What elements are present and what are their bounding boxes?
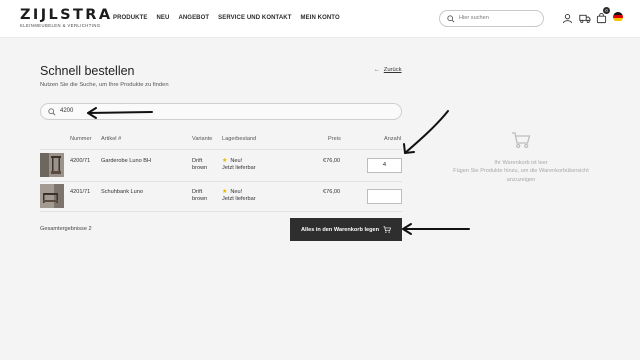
column-header-article: Artikel # xyxy=(101,136,122,142)
star-icon: ★ xyxy=(222,189,228,195)
row-number: 4201/71 xyxy=(70,189,91,195)
stock-badge: Neu! xyxy=(230,189,243,195)
annotation-arrow xyxy=(403,143,415,154)
quantity-input[interactable]: 4 xyxy=(367,158,402,173)
cart-count-badge: 0 xyxy=(603,7,610,14)
nav-item-produkte[interactable]: PRODUKTE xyxy=(113,15,147,21)
star-icon: ★ xyxy=(222,158,228,164)
stock-status: Jetzt lieferbar xyxy=(222,164,256,171)
quantity-input[interactable] xyxy=(367,189,402,204)
row-article[interactable]: Garderobe Luno BH xyxy=(101,158,151,165)
row-price: €76,00 xyxy=(323,189,341,195)
search-icon xyxy=(48,108,56,116)
row-number: 4200/71 xyxy=(70,158,91,164)
annotation-arrow xyxy=(404,110,449,154)
cart-summary-panel: Ihr Warenkorb ist leer Fügen Sie Produkt… xyxy=(448,131,594,184)
cart-icon xyxy=(512,132,531,149)
empty-cart-title: Ihr Warenkorb ist leer xyxy=(494,160,548,166)
header-icons: 0 xyxy=(562,7,623,24)
header-search-input[interactable]: Hier suchen xyxy=(439,10,544,27)
arrow-left-icon: ← xyxy=(374,67,380,73)
search-value: 4200 xyxy=(60,108,74,114)
divider xyxy=(40,149,402,150)
quick-order-search-input[interactable]: 4200 xyxy=(40,103,402,120)
variant-line: Drift xyxy=(192,189,203,195)
product-thumbnail[interactable] xyxy=(40,184,64,208)
empty-cart-line: anzuzeigen xyxy=(506,176,536,183)
add-all-to-cart-button[interactable]: Alles in den Warenkorb legen xyxy=(290,218,402,241)
variant-line: Drift xyxy=(192,158,203,164)
row-stock: ★ Neu! Jetzt lieferbar xyxy=(222,189,256,202)
user-icon[interactable] xyxy=(562,11,573,24)
total-results: Gesamtergebnisse 2 xyxy=(40,226,92,232)
column-header-price: Preis xyxy=(328,136,341,142)
nav-item-mein-konto[interactable]: MEIN KONTO xyxy=(301,15,340,21)
variant-line: brown xyxy=(192,195,208,202)
page-subtitle: Nutzen Sie die Suche, um Ihre Produkte z… xyxy=(40,82,169,88)
column-header-quantity: Anzahl xyxy=(384,136,402,142)
nav-item-neu[interactable]: NEU xyxy=(156,15,169,21)
search-placeholder: Hier suchen xyxy=(459,15,489,21)
cart-icon[interactable]: 0 xyxy=(596,7,610,24)
row-stock: ★ Neu! Jetzt lieferbar xyxy=(222,158,256,171)
nav-item-service[interactable]: SERVICE UND KONTAKT xyxy=(218,15,291,21)
site-header: ZIJLSTRA KLEINMEUBELEN & VERLICHTING PRO… xyxy=(0,0,640,38)
search-icon xyxy=(447,15,455,23)
product-thumbnail[interactable] xyxy=(40,153,64,177)
row-price: €76,00 xyxy=(323,158,341,164)
back-link[interactable]: ← Zurück xyxy=(374,67,402,73)
column-header-number: Nummer xyxy=(70,136,92,142)
page: ZIJLSTRA KLEINMEUBELEN & VERLICHTING PRO… xyxy=(0,0,640,360)
row-article[interactable]: Schuhbank Luno xyxy=(101,189,143,196)
flag-de-icon[interactable] xyxy=(613,11,623,22)
divider xyxy=(40,211,402,212)
annotation-arrow xyxy=(402,223,412,235)
empty-cart-text: Fügen Sie Produkte hinzu, um die Warenko… xyxy=(448,167,594,184)
row-variant: Drift brown xyxy=(192,158,207,171)
cart-icon xyxy=(383,226,392,233)
back-label: Zurück xyxy=(383,67,402,73)
column-header-variant: Variante xyxy=(192,136,213,142)
page-title: Schnell bestellen xyxy=(40,64,135,78)
truck-icon[interactable] xyxy=(579,11,591,24)
row-variant: Drift brown xyxy=(192,189,207,202)
main-nav: PRODUKTE NEU ANGEBOT SERVICE UND KONTAKT… xyxy=(113,15,340,21)
stock-status: Jetzt lieferbar xyxy=(222,195,256,202)
logo-wordmark: ZIJLSTRA xyxy=(20,7,113,23)
logo[interactable]: ZIJLSTRA KLEINMEUBELEN & VERLICHTING xyxy=(20,8,112,28)
logo-tagline: KLEINMEUBELEN & VERLICHTING xyxy=(20,23,101,28)
column-header-stock: Lagerbestand xyxy=(222,136,257,142)
cta-label: Alles in den Warenkorb legen xyxy=(300,226,380,233)
divider xyxy=(40,181,402,182)
empty-cart-line: Fügen Sie Produkte hinzu, um die Warenko… xyxy=(453,168,589,174)
stock-badge: Neu! xyxy=(230,158,243,164)
nav-item-angebot[interactable]: ANGEBOT xyxy=(178,15,209,21)
variant-line: brown xyxy=(192,164,208,171)
